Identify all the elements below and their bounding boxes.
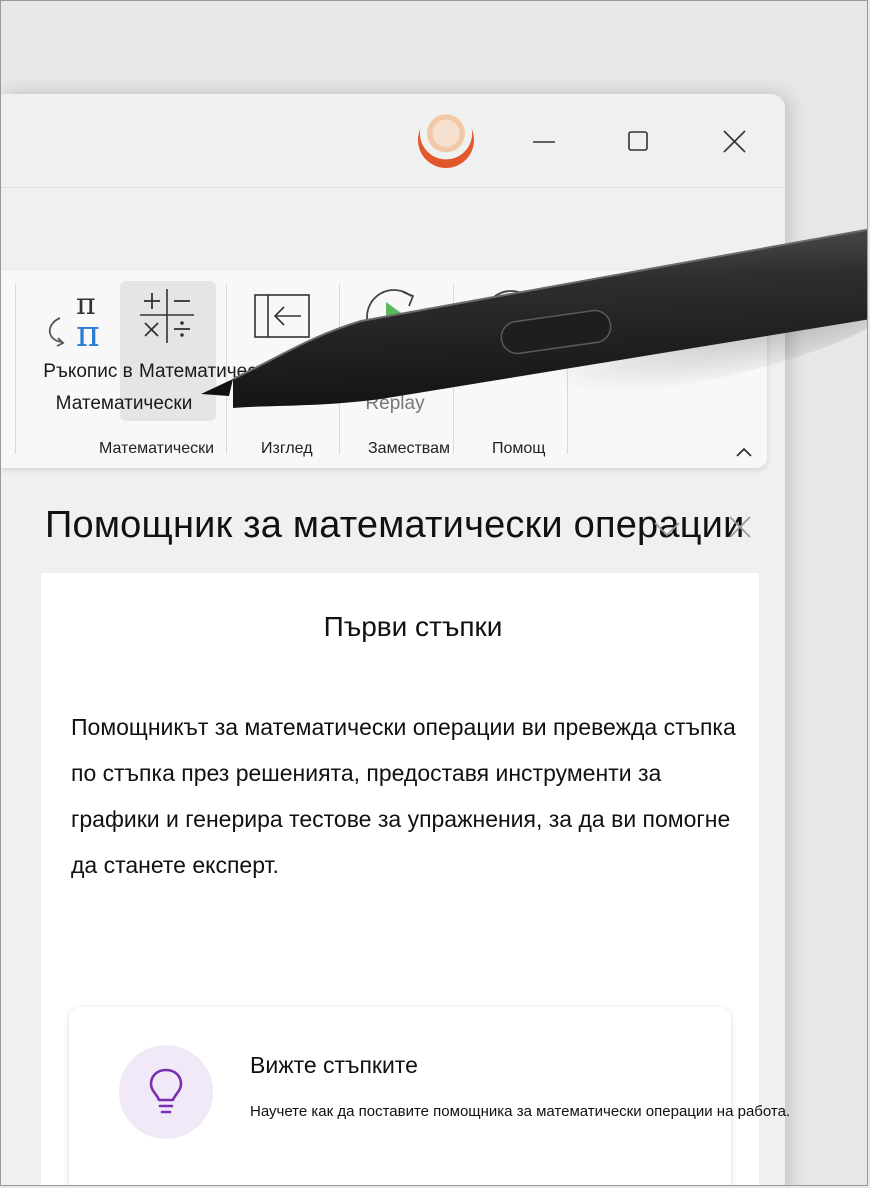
body-line: по стъпка през решенията, предоставя инс… [71,760,662,786]
tip-icon-circle [119,1045,213,1139]
card-body: Помощникът за математически операции ви … [71,704,841,888]
getting-started-card: Първи стъпки Помощникът за математически… [41,573,790,1185]
help-button[interactable] [467,284,561,424]
ribbon: π π Ръкопис в Математически Математическ… [1,270,767,468]
minimize-icon[interactable] [523,122,563,162]
view-icon [254,294,310,338]
math-button[interactable] [120,281,216,421]
pane-close-icon[interactable] [725,513,755,543]
close-icon[interactable] [714,122,754,162]
pane-options-icon[interactable] [649,513,685,543]
ribbon-divider [226,284,227,454]
replay-icon [366,289,422,345]
ribbon-divider [15,284,16,454]
math-operations-icon [140,289,194,343]
body-line: да станете експерт. [71,852,279,878]
lightbulb-icon [149,1068,183,1114]
collapse-ribbon-icon[interactable] [734,445,754,459]
pane-title: Помощник за математически операции [45,504,745,546]
card-title: Първи стъпки [323,611,503,642]
screenshot-frame: π π Ръкопис в Математически Математическ… [0,0,868,1186]
svg-text:π: π [76,314,100,350]
body-line: Помощникът за математически операции ви … [71,714,736,740]
user-avatar[interactable] [418,112,474,168]
group-view: Изглед [261,440,313,457]
see-steps-card[interactable]: Вижте стъпките Научете как да поставите … [69,1007,790,1185]
replay-label: Replay [365,393,425,414]
group-replace: Замествам [368,440,451,457]
help-icon [483,290,539,346]
ink-to-math-icon: π π [48,288,100,350]
group-help: Помощ [492,440,546,457]
body-line: графики и генерира тестове за упражнения… [71,806,731,832]
maximize-icon[interactable] [618,122,658,162]
view-button[interactable] [241,284,327,424]
title-separator [1,187,785,188]
group-math: Математически [99,440,215,457]
ribbon-divider [453,284,454,454]
title-bar [1,94,785,186]
tip-title: Вижте стъпките [250,1052,418,1078]
ribbon-divider [339,284,340,454]
tip-description: Научете как да поставите помощника за ма… [250,1103,791,1120]
ribbon-divider [567,284,568,454]
